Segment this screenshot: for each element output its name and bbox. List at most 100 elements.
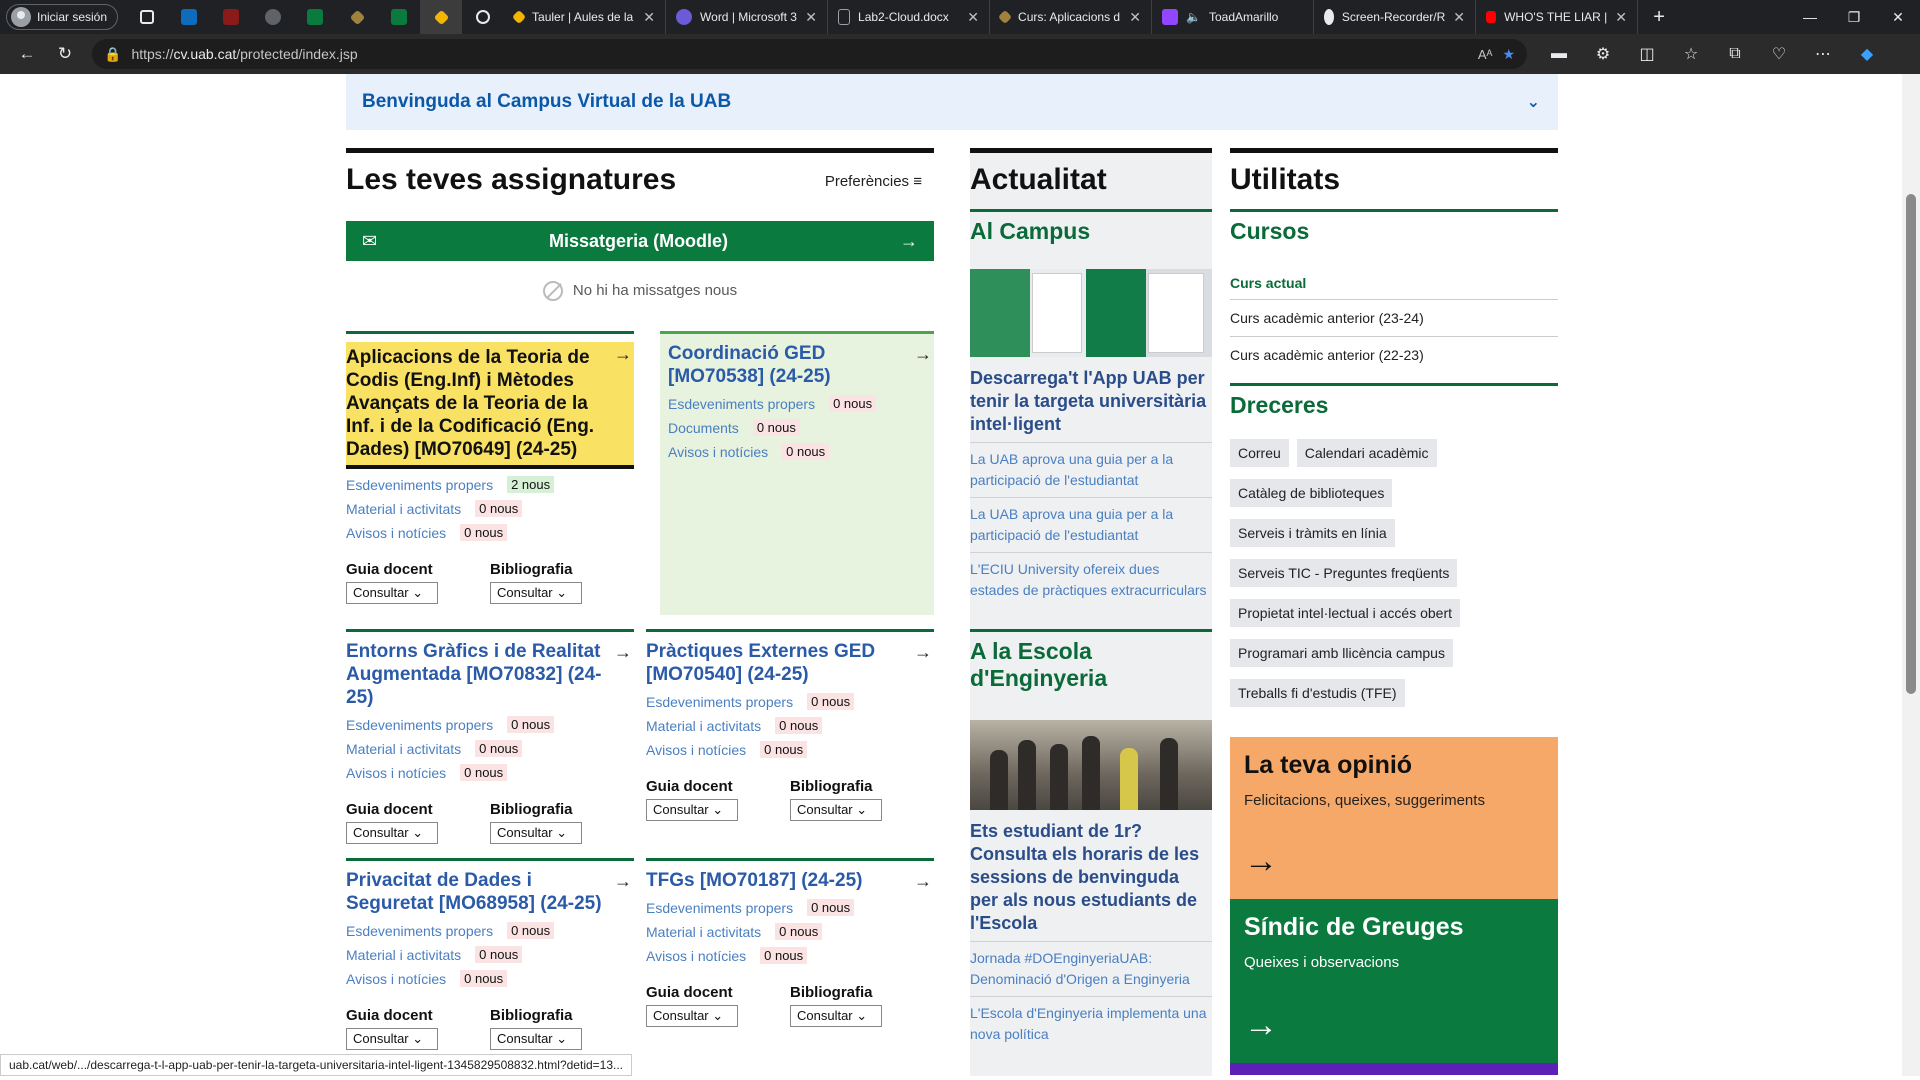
opinion-card[interactable]: La teva opinió Felicitacions, queixes, s… [1230,737,1558,899]
guide-select[interactable]: Consultar ⌄ [646,799,738,821]
close-icon[interactable]: ✕ [1129,9,1141,26]
shortcut-chip[interactable]: Serveis i tràmits en línia [1230,519,1395,547]
close-icon[interactable]: ✕ [643,9,655,26]
students-image[interactable] [970,720,1212,810]
subject-row[interactable]: Avisos i notícies 0 nous [646,947,934,964]
arrow-right-icon[interactable]: → [614,344,632,365]
previous-course-link[interactable]: Curs acadèmic anterior (23-24) [1230,299,1558,336]
guide-select[interactable]: Consultar ⌄ [346,1028,438,1050]
tab-moodle-icon[interactable] [336,0,378,34]
subject-title[interactable]: Entorns Gràfics i de Realitat Augmentada… [346,640,634,709]
arrow-right-icon[interactable]: → [914,642,932,663]
workspaces-icon[interactable] [126,0,168,34]
subject-row[interactable]: Esdeveniments propers 2 nous [346,476,634,493]
subject-card[interactable]: Pràctiques Externes GED [MO70540] (24-25… [646,629,934,844]
copilot-icon[interactable]: ◆ [1845,44,1889,64]
subject-row[interactable]: Material i activitats 0 nous [646,923,934,940]
address-bar[interactable]: 🔒 https://cv.uab.cat/protected/index.jsp… [92,39,1527,69]
tab-uab-icon-2[interactable] [378,0,420,34]
more-icon[interactable]: ⋯ [1801,44,1845,64]
subject-row[interactable]: Esdeveniments propers 0 nous [668,395,934,412]
close-icon[interactable]: ✕ [1615,9,1627,26]
welcome-banner[interactable]: Benvinguda al Campus Virtual de la UAB ⌄ [346,74,1558,130]
scrollbar[interactable] [1902,74,1920,1076]
new-tab-icon[interactable]: + [1638,0,1680,34]
close-icon[interactable]: ✕ [967,9,979,26]
subject-row[interactable]: Avisos i notícies 0 nous [346,970,634,987]
subject-card[interactable]: Privacitat de Dades i Seguretat [MO68958… [346,858,634,1050]
subject-title[interactable]: Privacitat de Dades i Seguretat [MO68958… [346,869,634,915]
app-uab-image[interactable] [970,269,1212,357]
guide-select[interactable]: Consultar ⌄ [346,582,438,604]
arrow-right-icon[interactable]: → [914,871,932,892]
read-aloud-icon[interactable]: Aᴬ [1478,47,1493,62]
tab-pdf-icon[interactable] [210,0,252,34]
favorite-star-icon[interactable]: ★ [1502,46,1515,63]
split-screen-icon[interactable]: ◫ [1625,44,1669,64]
subject-row[interactable]: Avisos i notícies 0 nous [668,443,934,460]
news-item[interactable]: Jornada #DOEnginyeriaUAB: Denominació d'… [970,941,1212,990]
subject-row[interactable]: Documents 0 nous [668,419,934,436]
biblio-select[interactable]: Consultar ⌄ [490,1028,582,1050]
subject-row[interactable]: Material i activitats 0 nous [346,740,634,757]
biblio-select[interactable]: Consultar ⌄ [490,822,582,844]
subject-row[interactable]: Avisos i notícies 0 nous [346,764,634,781]
tab-6[interactable]: WHO'S THE LIAR | ✕ [1476,0,1639,34]
current-course-link[interactable]: Curs actual [1230,275,1558,291]
collections-icon[interactable]: ⧉ [1713,44,1757,64]
tab-chatgpt-icon[interactable] [462,0,504,34]
guide-select[interactable]: Consultar ⌄ [346,822,438,844]
subject-card[interactable]: Entorns Gràfics i de Realitat Augmentada… [346,629,634,844]
back-icon[interactable]: ← [8,38,46,70]
subject-row[interactable]: Material i activitats 0 nous [346,500,634,517]
speaker-icon[interactable]: 🔈 [1186,10,1201,24]
biblio-select[interactable]: Consultar ⌄ [490,582,582,604]
tab-uab-icon[interactable] [294,0,336,34]
subject-card[interactable]: Coordinació GED [MO70538] (24-25) → Esde… [660,331,934,615]
tab-3[interactable]: Curs: Aplicacions d ✕ [990,0,1153,34]
tab-4[interactable]: 🔈 ToadAmarillo [1152,0,1315,34]
subject-row[interactable]: Material i activitats 0 nous [646,717,934,734]
news-item[interactable]: L'ECIU University ofereix dues estades d… [970,552,1212,601]
subject-title[interactable]: Aplicacions de la Teoria de Codis (Eng.I… [346,342,634,469]
arrow-right-icon[interactable]: → [614,871,632,892]
arrow-right-icon[interactable]: → [614,642,632,663]
subject-row[interactable]: Material i activitats 0 nous [346,946,634,963]
news-item[interactable]: L'Escola d'Enginyeria implementa una nov… [970,996,1212,1045]
close-icon[interactable]: ✕ [805,9,817,26]
tab-5[interactable]: Screen-Recorder/R ✕ [1314,0,1477,34]
sindic-card[interactable]: Síndic de Greuges Queixes i observacions… [1230,899,1558,1063]
subject-title[interactable]: Coordinació GED [MO70538] (24-25) [668,342,934,388]
subject-title[interactable]: TFGs [MO70187] (24-25) [646,869,934,892]
campus-headline[interactable]: Descarrega't l'App UAB per tenir la targ… [970,367,1212,436]
biblio-select[interactable]: Consultar ⌄ [790,799,882,821]
restore-icon[interactable]: ❐ [1832,0,1876,34]
extension-flag-icon[interactable]: ▬ [1537,44,1581,64]
tab-outlook-icon[interactable] [168,0,210,34]
shortcut-chip[interactable]: Serveis TIC - Preguntes freqüents [1230,559,1458,587]
performance-icon[interactable]: ♡ [1757,44,1801,64]
subject-title[interactable]: Pràctiques Externes GED [MO70540] (24-25… [646,640,934,686]
escola-headline[interactable]: Ets estudiant de 1r? Consulta els horari… [970,820,1212,935]
shortcut-chip[interactable]: Correu [1230,439,1289,467]
tab-2[interactable]: Lab2-Cloud.docx ✕ [828,0,991,34]
close-window-icon[interactable]: ✕ [1876,0,1920,34]
shortcut-chip[interactable]: Catàleg de biblioteques [1230,479,1393,507]
chevron-down-icon[interactable]: ⌄ [1527,92,1540,112]
preferences-button[interactable]: Preferències ≡ [825,173,922,190]
shortcut-chip[interactable]: Programari amb llicència campus [1230,639,1453,667]
subject-card[interactable]: TFGs [MO70187] (24-25) → Esdeveniments p… [646,858,934,1050]
subject-row[interactable]: Esdeveniments propers 0 nous [646,899,934,916]
tab-0[interactable]: Tauler | Aules de la ✕ [504,0,667,34]
biblio-select[interactable]: Consultar ⌄ [790,1005,882,1027]
news-item[interactable]: La UAB aprova una guia per a la particip… [970,442,1212,491]
tab-moodle-active-icon[interactable] [420,0,463,34]
extensions-icon[interactable]: ⚙ [1581,44,1625,64]
subject-row[interactable]: Esdeveniments propers 0 nous [346,716,634,733]
subject-card[interactable]: Aplicacions de la Teoria de Codis (Eng.I… [346,331,634,615]
refresh-icon[interactable]: ↻ [46,38,84,70]
messaging-button[interactable]: ✉ Missatgeria (Moodle) → [346,221,934,261]
profile-button[interactable]: Iniciar sesión [6,4,119,30]
subject-row[interactable]: Avisos i notícies 0 nous [646,741,934,758]
tab-1[interactable]: Word | Microsoft 3 ✕ [666,0,829,34]
